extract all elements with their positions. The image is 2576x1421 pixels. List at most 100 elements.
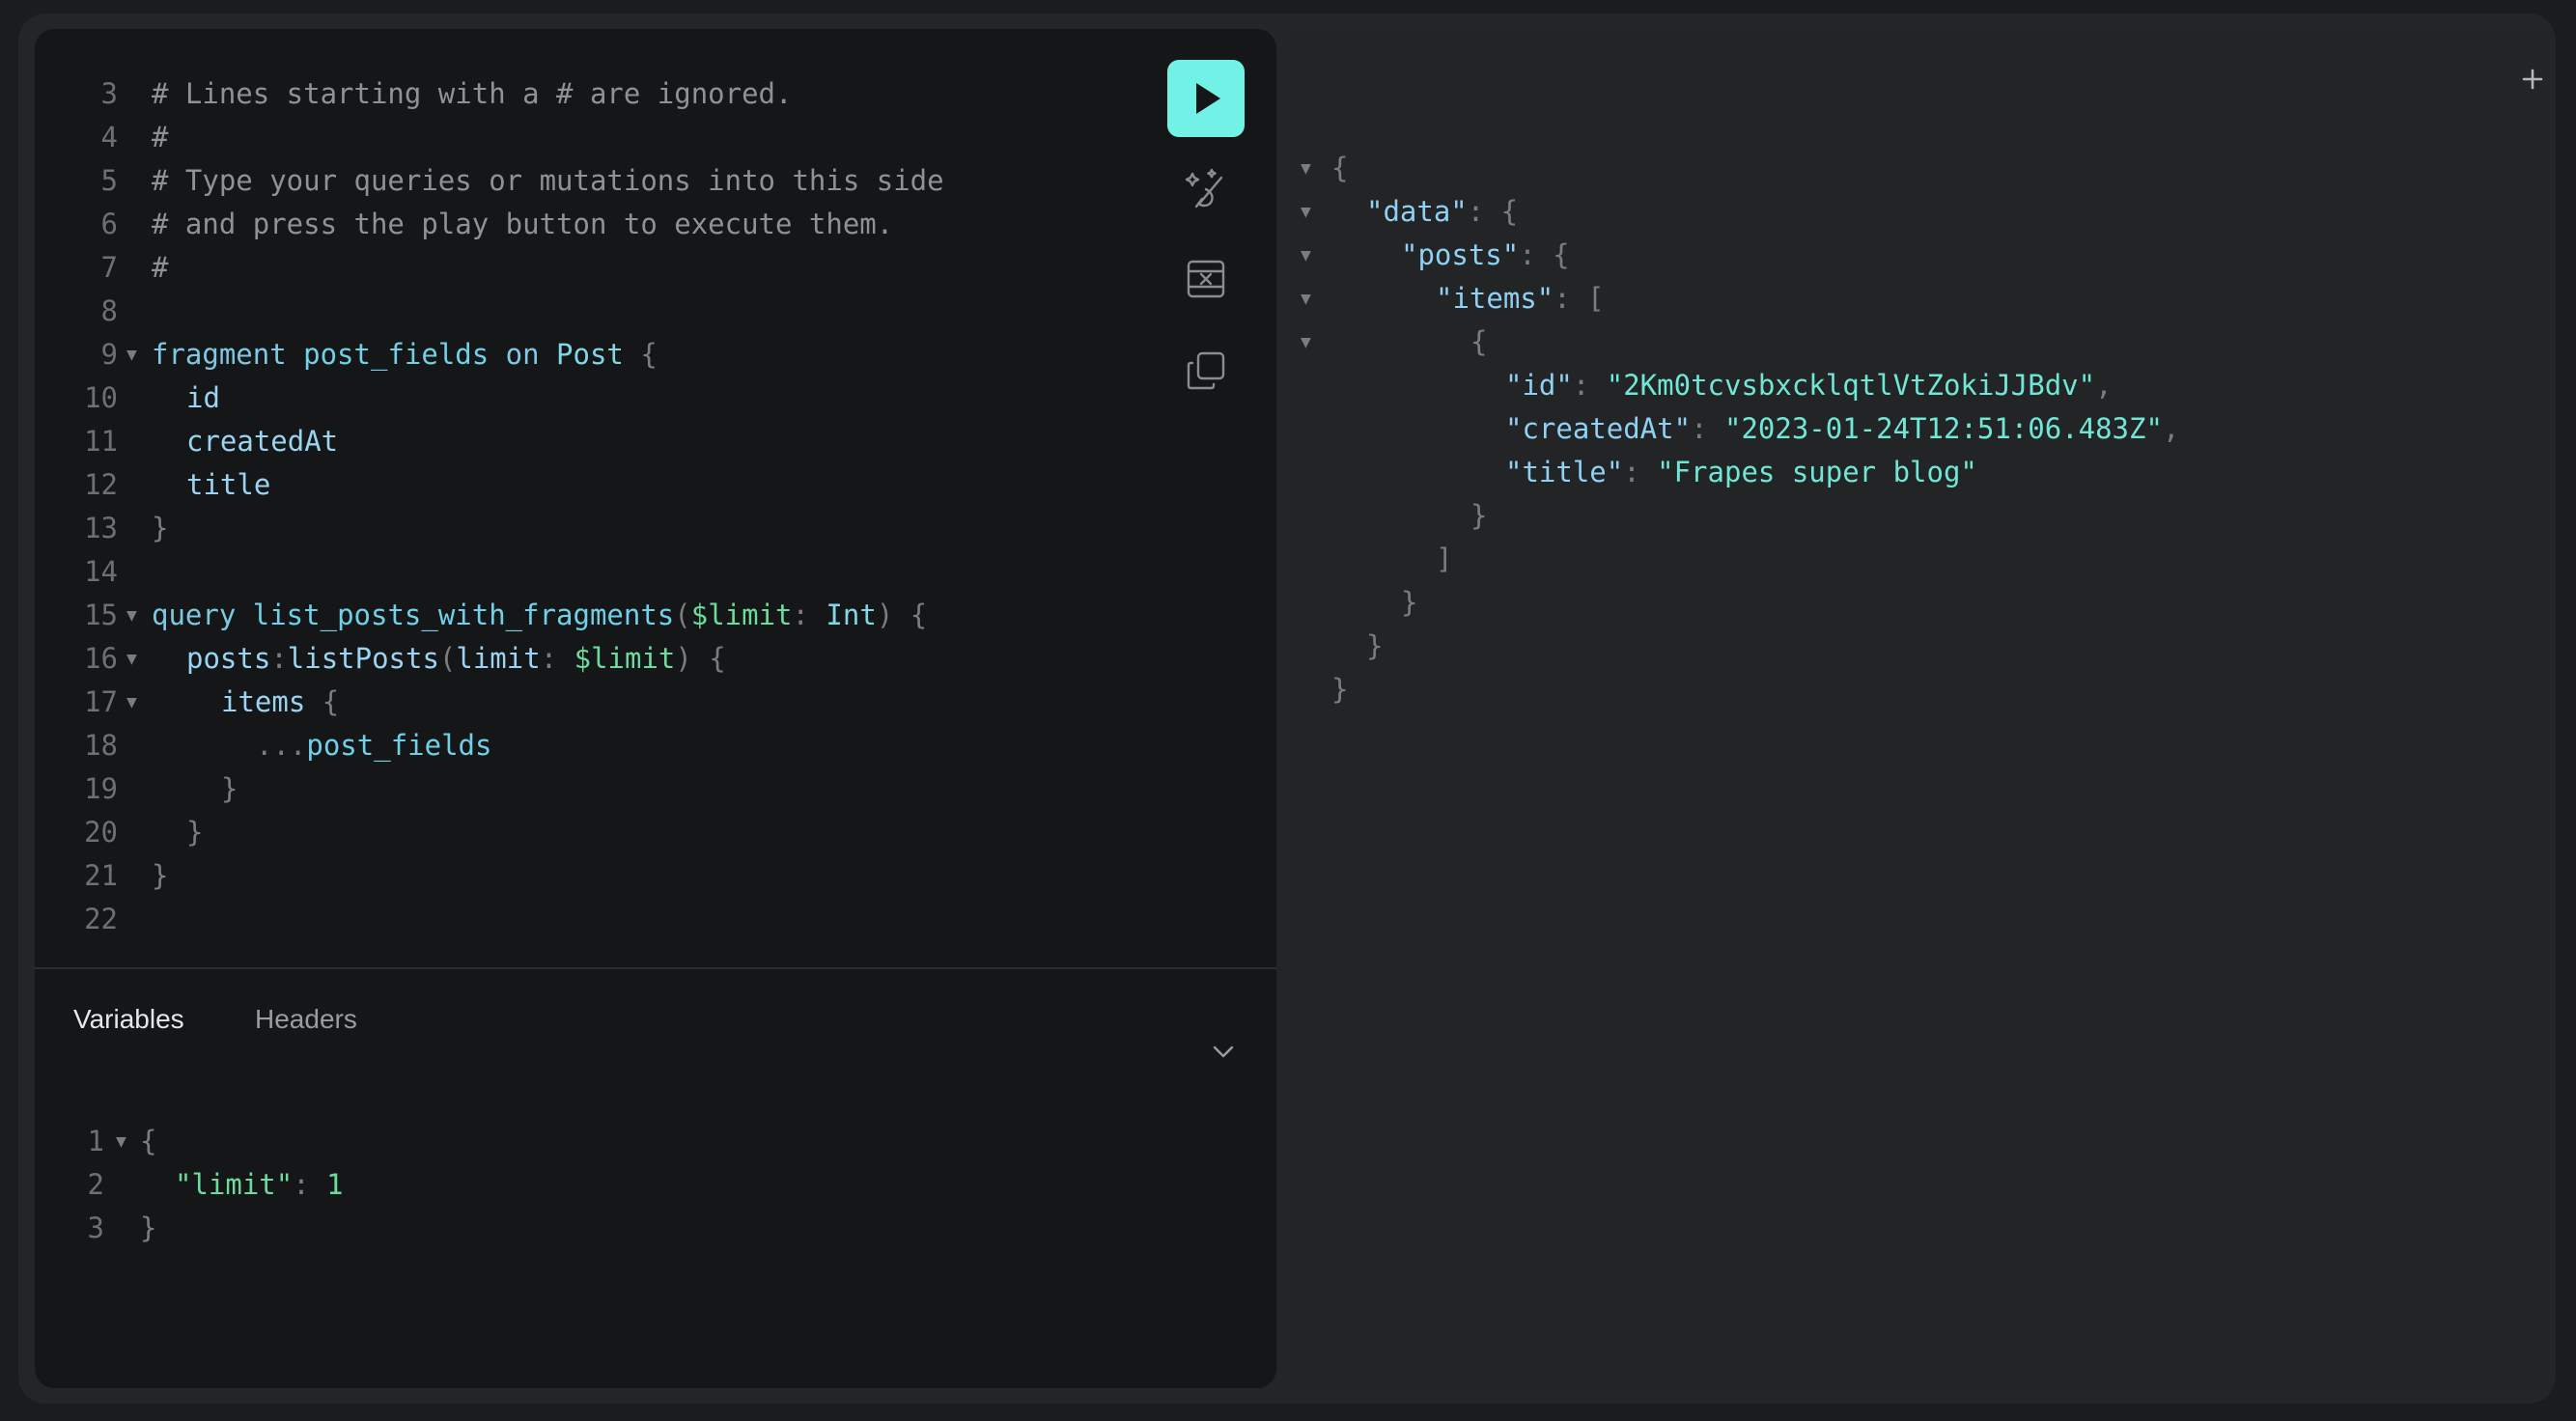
merge-fragments-icon[interactable] — [1183, 256, 1229, 302]
code-line: 2 "limit": 1 — [35, 1163, 1276, 1207]
code-token: } — [140, 1212, 157, 1244]
code-text: ...post_fields — [256, 724, 491, 767]
code-line: 19} — [35, 767, 1276, 811]
variables-editor[interactable]: 1 ▼{2 "limit": 1 3} — [35, 1120, 1276, 1313]
code-token: { — [322, 685, 340, 718]
code-token: : — [1572, 369, 1607, 402]
code-token: "id" — [1505, 369, 1573, 402]
code-token: # — [152, 251, 169, 284]
code-text: # Lines starting with a # are ignored. — [152, 72, 792, 116]
code-token: post_fields — [303, 338, 506, 371]
response-line: ▼ "data": { — [1289, 190, 2550, 234]
code-token: $limit — [574, 642, 676, 675]
line-number: 3 — [100, 77, 118, 110]
code-line: 13} — [35, 507, 1276, 550]
line-number: 21 — [84, 859, 118, 892]
code-token: ) { — [876, 599, 928, 631]
code-token: fragment — [152, 338, 304, 371]
response-line: ▼{ — [1289, 320, 2550, 364]
code-token: on — [505, 338, 557, 371]
response-line: } — [1289, 581, 2550, 625]
code-token: post_fields — [306, 729, 492, 762]
code-token: } — [152, 859, 169, 892]
code-text: { — [1331, 147, 1348, 190]
code-token: : — [1623, 456, 1658, 488]
code-token: , — [2162, 412, 2180, 445]
code-token: } — [1401, 586, 1418, 619]
code-text: } — [186, 811, 203, 854]
line-number: 20 — [84, 816, 118, 849]
code-token: ... — [256, 729, 307, 762]
code-token: { — [640, 338, 658, 371]
code-token: : — [1691, 412, 1724, 445]
code-text: fragment post_fields on Post { — [152, 333, 658, 376]
code-line: 6 # and press the play button to execute … — [35, 203, 1276, 246]
code-token: listPosts — [287, 642, 439, 675]
code-token: ( — [438, 642, 457, 675]
code-text: posts:listPosts(limit: $limit) { — [186, 637, 726, 681]
line-number: 4 — [100, 121, 118, 153]
fold-toggle-icon[interactable]: ▼ — [116, 1120, 126, 1163]
chevron-down-icon[interactable] — [1211, 1039, 1236, 1064]
fold-toggle-icon[interactable]: ▼ — [126, 333, 137, 376]
fold-toggle-icon[interactable]: ▼ — [126, 594, 137, 637]
code-token: "items" — [1436, 282, 1554, 315]
code-token: : — [792, 599, 826, 631]
fold-toggle-icon[interactable]: ▼ — [1301, 147, 1311, 190]
code-text: } — [152, 854, 168, 898]
code-text: title — [186, 463, 270, 507]
code-line: 8 — [35, 290, 1276, 333]
query-editor[interactable]: 3 # Lines starting with a # are ignored. 4… — [35, 29, 1276, 967]
code-token: } — [1470, 499, 1488, 532]
code-line: 21} — [35, 854, 1276, 898]
code-token: ( — [674, 599, 691, 631]
headers-tab[interactable]: Headers — [255, 1004, 357, 1035]
line-number: 13 — [84, 512, 118, 544]
code-token: $limit — [690, 599, 793, 631]
line-number: 6 — [100, 208, 118, 240]
code-token: : { — [1467, 195, 1519, 228]
fold-toggle-icon[interactable]: ▼ — [1301, 190, 1311, 234]
code-text: items { — [221, 681, 339, 724]
response-line: ] — [1289, 538, 2550, 581]
fold-toggle-icon[interactable]: ▼ — [1301, 277, 1311, 320]
code-text: "createdAt": "2023-01-24T12:51:06.483Z", — [1505, 407, 2179, 451]
code-token: # Type your queries or mutations into th… — [152, 164, 944, 197]
code-text: } — [1366, 625, 1383, 668]
code-line: 16 ▼ posts:listPosts(limit: $limit) { — [35, 637, 1276, 681]
code-text: } — [221, 767, 238, 811]
code-text: "items": [ — [1436, 277, 1605, 320]
code-token: { — [140, 1125, 157, 1157]
code-token: : — [270, 642, 288, 675]
code-token: createdAt — [186, 425, 339, 458]
execute-query-button[interactable] — [1167, 60, 1245, 137]
code-text: query list_posts_with_fragments($limit: … — [152, 594, 927, 637]
code-token: } — [1331, 673, 1349, 706]
line-number: 2 — [87, 1168, 104, 1201]
code-token: } — [221, 772, 238, 805]
code-token: 1 — [326, 1168, 344, 1201]
code-token: : [ — [1554, 282, 1605, 315]
fold-toggle-icon[interactable]: ▼ — [126, 637, 137, 681]
code-token: "posts" — [1401, 238, 1520, 271]
code-token: } — [152, 512, 169, 544]
fold-toggle-icon[interactable]: ▼ — [1301, 234, 1311, 277]
magic-wand-icon[interactable] — [1183, 164, 1229, 210]
code-text: "limit": 1 — [175, 1163, 344, 1207]
code-token: "limit" — [175, 1168, 294, 1201]
copy-icon[interactable] — [1183, 348, 1229, 394]
code-line: 3 # Lines starting with a # are ignored. — [35, 72, 1276, 116]
code-token: : — [540, 642, 574, 675]
code-token: Int — [826, 599, 877, 631]
code-token: ] — [1436, 543, 1453, 575]
code-token: "2Km0tcvsbxcklqtlVtZokiJJBdv" — [1606, 369, 2096, 402]
code-token: # Lines starting with a # are ignored. — [152, 77, 793, 110]
code-token: "createdAt" — [1505, 412, 1692, 445]
response-line: ▼ "posts": { — [1289, 234, 2550, 277]
code-token: "title" — [1505, 456, 1624, 488]
variables-tab[interactable]: Variables — [73, 1004, 184, 1035]
fold-toggle-icon[interactable]: ▼ — [1301, 320, 1311, 364]
code-token: "data" — [1366, 195, 1468, 228]
fold-toggle-icon[interactable]: ▼ — [126, 681, 137, 724]
code-text: } — [152, 507, 168, 550]
